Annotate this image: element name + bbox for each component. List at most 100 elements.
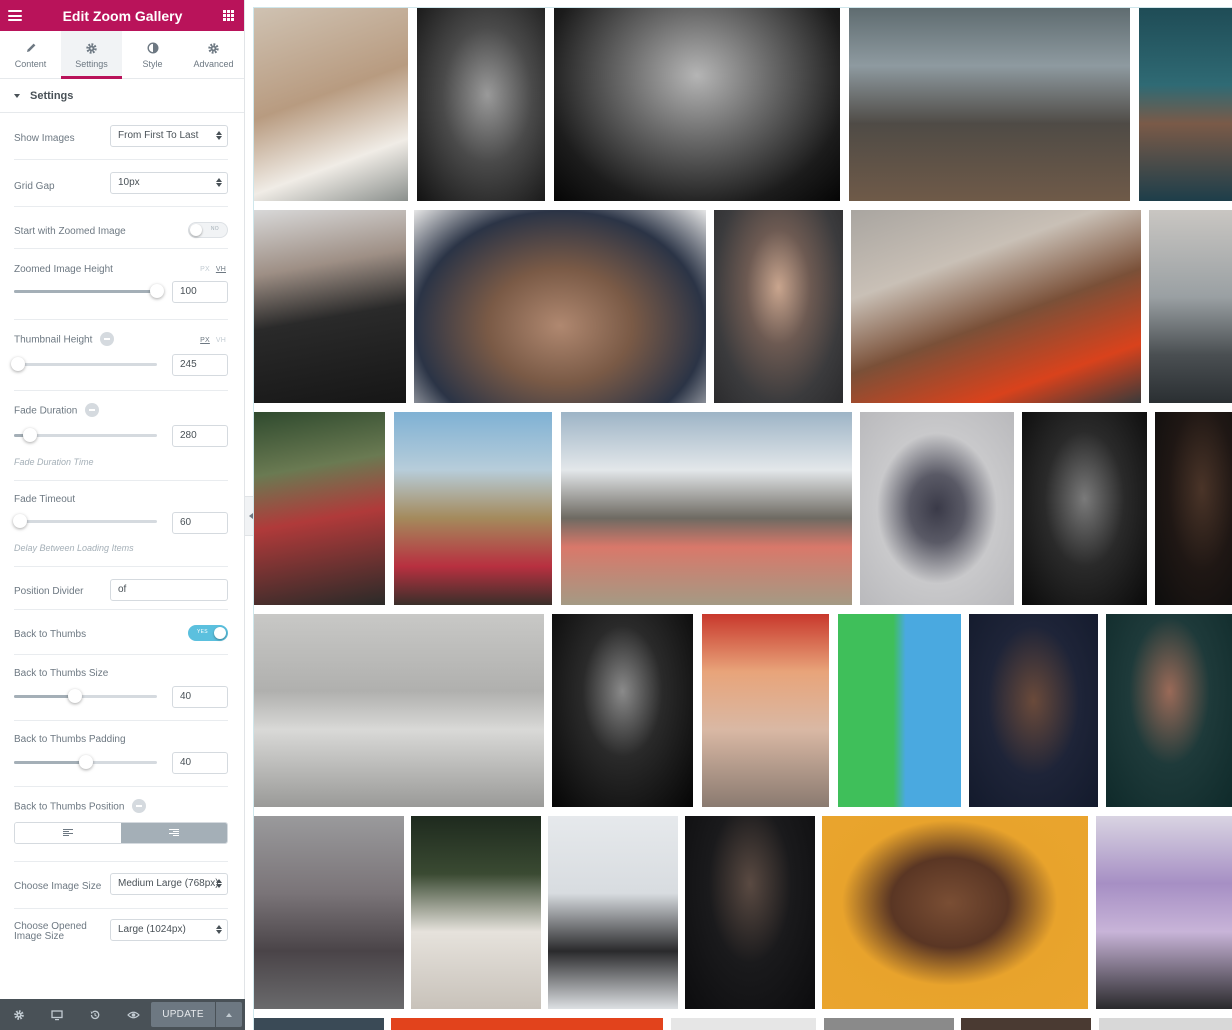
help-icon[interactable] xyxy=(85,403,100,417)
fade-timeout-slider[interactable] xyxy=(13,514,157,528)
gallery-thumb[interactable] xyxy=(1139,8,1232,201)
gallery-thumb[interactable] xyxy=(1149,210,1232,403)
opened-size-label: Choose Opened Image Size xyxy=(14,921,87,942)
position-divider-input[interactable]: of xyxy=(110,579,228,601)
tab-style[interactable]: Style xyxy=(122,31,183,78)
unit-vh[interactable]: VH xyxy=(216,337,226,344)
unit-vh[interactable]: VH xyxy=(216,266,226,273)
gallery-thumb[interactable] xyxy=(824,1018,954,1030)
tab-content[interactable]: Content xyxy=(0,31,61,78)
gallery-thumb[interactable] xyxy=(671,1018,816,1030)
section-title: Settings xyxy=(30,89,74,102)
caret-up-icon xyxy=(226,1012,232,1017)
thumb-height-slider[interactable] xyxy=(11,357,157,371)
gallery-thumb[interactable] xyxy=(391,1018,663,1030)
gallery-thumb[interactable] xyxy=(849,8,1130,201)
gallery-thumb[interactable] xyxy=(254,1018,384,1030)
grid-icon[interactable] xyxy=(223,10,234,21)
slider-handle[interactable] xyxy=(13,514,27,528)
gallery-thumb[interactable] xyxy=(702,614,829,807)
gallery-thumb[interactable] xyxy=(554,8,840,201)
control-grid-gap: Grid Gap 10px xyxy=(14,160,228,207)
select-arrows-icon xyxy=(216,925,222,934)
gallery-thumb[interactable] xyxy=(394,412,552,605)
align-right-option[interactable] xyxy=(121,823,227,843)
contrast-icon xyxy=(146,40,159,56)
gallery-thumb[interactable] xyxy=(1022,412,1147,605)
slider-handle[interactable] xyxy=(150,284,164,298)
gallery-thumb[interactable] xyxy=(1106,614,1232,807)
gallery-thumb[interactable] xyxy=(851,210,1141,403)
unit-px[interactable]: PX xyxy=(200,266,210,273)
thumb-height-label: Thumbnail Height xyxy=(14,334,93,346)
gallery-thumb[interactable] xyxy=(417,8,545,201)
gallery-thumb[interactable] xyxy=(254,412,385,605)
position-divider-label: Position Divider xyxy=(14,586,84,597)
update-button[interactable]: UPDATE xyxy=(151,1002,215,1027)
image-size-value: Medium Large (768px) xyxy=(118,878,219,889)
section-settings-toggle[interactable]: Settings xyxy=(0,79,244,113)
hamburger-icon[interactable] xyxy=(8,10,22,21)
slider-handle[interactable] xyxy=(68,689,83,703)
gallery-thumb[interactable] xyxy=(414,210,706,403)
gallery-thumb[interactable] xyxy=(254,210,406,403)
image-size-select[interactable]: Medium Large (768px) xyxy=(110,873,228,895)
slider-handle[interactable] xyxy=(78,755,93,769)
tab-advanced[interactable]: Advanced xyxy=(183,31,244,78)
control-fade-timeout: Fade Timeout 60 Delay Between Loading It… xyxy=(13,481,228,567)
gear-icon[interactable] xyxy=(0,999,38,1030)
show-images-select[interactable]: From First To Last xyxy=(110,125,228,147)
gallery-thumb[interactable] xyxy=(561,412,852,605)
back-size-slider[interactable] xyxy=(14,689,157,703)
history-icon[interactable] xyxy=(76,999,114,1030)
fade-duration-hint: Fade Duration Time xyxy=(14,457,94,467)
gallery-thumb[interactable] xyxy=(411,816,541,1009)
update-options-button[interactable] xyxy=(216,1002,242,1027)
align-left-option[interactable] xyxy=(15,823,121,843)
help-icon[interactable] xyxy=(100,332,115,346)
back-size-input[interactable]: 40 xyxy=(172,686,228,708)
back-padding-input[interactable]: 40 xyxy=(172,752,228,774)
gallery-thumb[interactable] xyxy=(1155,412,1232,605)
fade-timeout-hint: Delay Between Loading Items xyxy=(14,543,134,553)
tab-settings[interactable]: Settings xyxy=(61,31,122,79)
zoomed-height-slider[interactable] xyxy=(14,284,164,298)
gallery-thumb[interactable] xyxy=(548,816,678,1009)
start-zoomed-toggle[interactable]: NO xyxy=(188,222,228,238)
unit-px[interactable]: PX xyxy=(200,337,210,344)
fade-timeout-input[interactable]: 60 xyxy=(172,512,228,534)
back-to-thumbs-toggle[interactable]: YES xyxy=(188,625,228,641)
gallery-thumb[interactable] xyxy=(254,614,544,807)
zoomed-height-input[interactable]: 100 xyxy=(172,281,228,303)
fade-duration-slider[interactable] xyxy=(14,428,157,442)
thumb-height-input[interactable]: 245 xyxy=(172,354,228,376)
grid-gap-label: Grid Gap xyxy=(14,181,55,192)
gallery-thumb[interactable] xyxy=(254,816,404,1009)
gallery-thumb[interactable] xyxy=(969,614,1098,807)
gallery-thumb[interactable] xyxy=(552,614,693,807)
slider-handle[interactable] xyxy=(22,428,37,442)
gallery-thumb[interactable] xyxy=(822,816,1088,1009)
align-left-icon xyxy=(63,829,73,837)
opened-size-select[interactable]: Large (1024px) xyxy=(110,919,228,941)
grid-gap-select[interactable]: 10px xyxy=(110,172,228,194)
gallery-thumb[interactable] xyxy=(838,614,961,807)
gallery-thumb[interactable] xyxy=(714,210,843,403)
help-icon[interactable] xyxy=(132,799,147,813)
fade-duration-input[interactable]: 280 xyxy=(172,425,228,447)
slider-fill xyxy=(14,290,157,293)
gallery-thumb[interactable] xyxy=(1099,1018,1232,1030)
gallery-thumb[interactable] xyxy=(1096,816,1232,1009)
gallery-thumb[interactable] xyxy=(961,1018,1091,1030)
back-to-thumbs-label: Back to Thumbs xyxy=(14,629,87,640)
gallery-thumb[interactable] xyxy=(254,8,408,201)
fade-duration-label: Fade Duration xyxy=(14,405,78,417)
gallery-thumb[interactable] xyxy=(685,816,815,1009)
back-padding-slider[interactable] xyxy=(14,755,157,769)
slider-handle[interactable] xyxy=(11,357,25,371)
eye-icon[interactable] xyxy=(114,999,152,1030)
start-zoomed-label: Start with Zoomed Image xyxy=(14,226,126,237)
gallery-thumb[interactable] xyxy=(860,412,1014,605)
gear-icon xyxy=(85,40,98,56)
desktop-icon[interactable] xyxy=(38,999,76,1030)
